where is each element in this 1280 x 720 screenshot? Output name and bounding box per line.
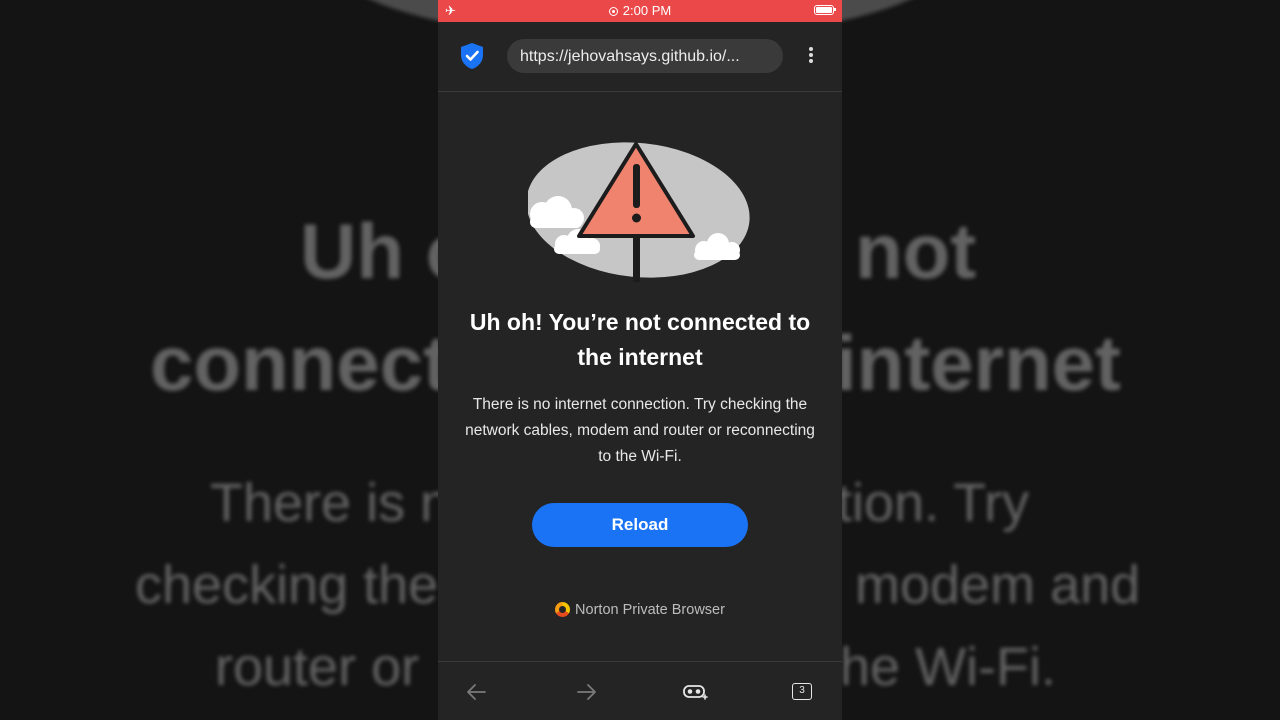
url-text: https://jehovahsays.github.io/... — [520, 48, 740, 65]
forward-arrow-icon[interactable] — [574, 682, 598, 702]
alarm-icon — [608, 7, 618, 16]
more-vertical-icon[interactable] — [804, 45, 818, 67]
tabs-icon[interactable]: 3 — [792, 683, 812, 700]
status-bar: ✈ 2:00 PM — [438, 0, 842, 22]
battery-icon — [814, 5, 836, 15]
browser-toolbar: https://jehovahsays.github.io/... — [438, 22, 842, 92]
url-bar[interactable]: https://jehovahsays.github.io/... — [507, 39, 783, 73]
background-title-line-1-right: not — [855, 207, 977, 295]
private-mask-icon[interactable] — [682, 682, 708, 702]
warning-sign-icon — [528, 142, 750, 282]
status-time-label: 2:00 PM — [622, 3, 672, 18]
tab-count: 3 — [799, 685, 805, 696]
background-body-line-3-left: router or — [215, 637, 420, 697]
norton-logo-icon — [555, 602, 571, 617]
error-description: There is no internet connection. Try che… — [465, 396, 815, 465]
branding-label: Norton Private Browser — [575, 602, 725, 618]
background-body-line-1-left: There is n — [210, 473, 451, 533]
background-body-line-2-left: checking the — [135, 555, 439, 615]
reload-button[interactable]: Reload — [532, 503, 748, 547]
error-title: Uh oh! You’re not connected to the inter… — [469, 309, 811, 370]
background-body-line-2-right: modem and — [855, 555, 1141, 615]
background-body-line-3-right: he Wi-Fi. — [840, 637, 1056, 697]
status-time: 2:00 PM — [438, 4, 842, 18]
branding: Norton Private Browser — [438, 601, 842, 619]
phone-screen: ✈ 2:00 PM https://jehovahsays.github.io/… — [438, 0, 842, 720]
back-arrow-icon[interactable] — [465, 682, 489, 702]
background-title-line-2-right: internet — [835, 319, 1122, 407]
norton-shield-check-icon[interactable] — [459, 42, 485, 70]
bottom-navigation: 3 — [438, 661, 842, 720]
background-title-line-2-left: connect — [150, 319, 450, 407]
